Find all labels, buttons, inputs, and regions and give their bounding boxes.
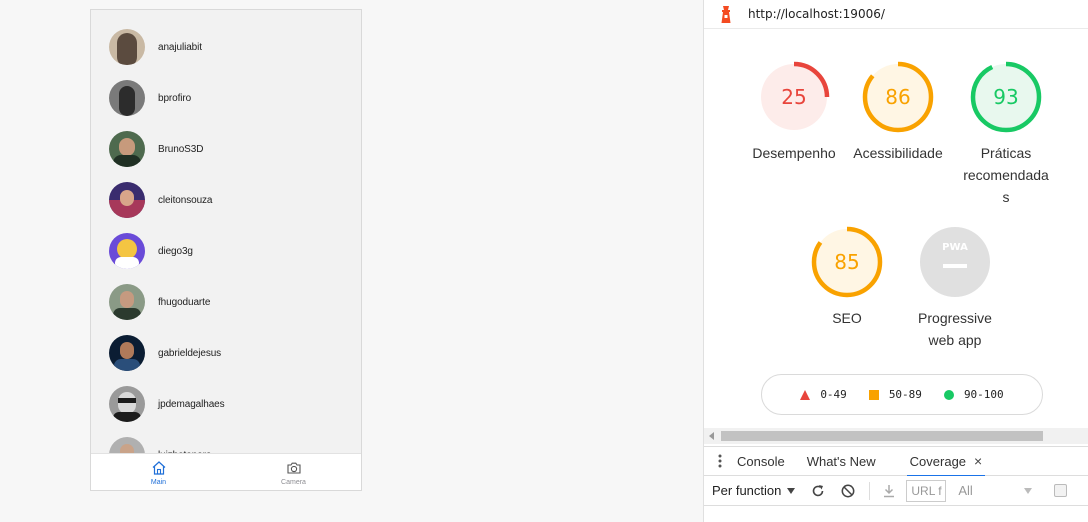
toolbar-divider [869, 481, 871, 500]
tab-coverage[interactable]: Coverage × [899, 446, 994, 477]
username: jpdemagalhaes [158, 398, 225, 410]
user-row[interactable]: jpdemagalhaes [109, 384, 225, 424]
user-row[interactable]: diego3g [109, 231, 193, 271]
download-icon [884, 484, 895, 497]
tab-label: Main [150, 479, 167, 486]
gauge-accessibility[interactable]: 86 Acessibilidade [851, 60, 945, 164]
camera-icon [286, 462, 301, 474]
report-url-bar: http://localhost:19006/ [704, 0, 1088, 29]
tab-console[interactable]: Console [726, 446, 796, 476]
username: fhugoduarte [158, 296, 211, 308]
bottom-tab-bar: Main Camera [91, 453, 361, 490]
avatar [109, 386, 145, 422]
avatar [109, 131, 145, 167]
close-icon[interactable]: × [974, 453, 982, 469]
drawer-tab-bar: Console What's New Coverage × [704, 446, 1088, 477]
url-filter-placeholder: URL f [911, 483, 942, 498]
username: cleitonsouza [158, 194, 213, 206]
score-ring: 86 [862, 61, 934, 133]
triangle-icon [800, 389, 811, 400]
score-value: 93 [993, 85, 1018, 109]
gauge-label: Acessibilidade [853, 145, 943, 161]
devtools-panel: http://localhost:19006/ 25 Desempenho 86… [703, 0, 1088, 522]
chevron-down-icon [1024, 488, 1033, 494]
legend-average: 50-89 [868, 388, 922, 401]
gauge-performance[interactable]: 25 Desempenho [744, 60, 844, 164]
reload-icon [813, 484, 824, 496]
lighthouse-icon [721, 6, 731, 23]
tab-whats-new[interactable]: What's New [796, 446, 887, 476]
url-filter-input[interactable]: URL f [906, 479, 947, 502]
content-type-filter[interactable]: All [958, 483, 1033, 498]
scrollbar-thumb[interactable] [721, 431, 1043, 441]
avatar [109, 233, 145, 269]
pwa-badge-text: PWA [942, 242, 968, 253]
avatar [109, 335, 145, 371]
coverage-toolbar: Per function URL f All [704, 476, 1088, 506]
tab-coverage-label: Coverage [909, 453, 967, 469]
coverage-type-select[interactable]: Per function [712, 483, 796, 498]
username: bprofiro [158, 92, 192, 104]
gauge-pwa[interactable]: PWA Progressive web app [905, 225, 1005, 351]
username: gabrieldejesus [158, 347, 222, 359]
legend-pass: 90-100 [943, 388, 1004, 401]
score-legend: 0-49 50-89 90-100 [761, 374, 1043, 415]
export-button[interactable] [878, 480, 900, 502]
gauge-label: SEO [832, 310, 862, 326]
chevron-down-icon [787, 487, 796, 494]
gauge-label: Desempenho [752, 145, 836, 161]
username: anajuliabit [158, 41, 202, 53]
report-url: http://localhost:19006/ [748, 7, 885, 21]
score-value: 86 [885, 85, 910, 109]
clear-button[interactable] [837, 480, 859, 502]
tab-main[interactable]: Main [91, 454, 226, 490]
user-row[interactable]: anajuliabit [109, 27, 202, 67]
user-row[interactable]: luizbatanero [109, 435, 211, 454]
avatar [109, 182, 145, 218]
gauge-label: Práticas recomendadas [963, 145, 1049, 205]
score-ring: 93 [970, 61, 1042, 133]
user-row[interactable]: fhugoduarte [109, 282, 210, 322]
score-value: 25 [781, 85, 806, 109]
user-list[interactable]: anajuliabit bprofiro BrunoS3D cleitonsou… [91, 10, 361, 454]
user-row[interactable]: cleitonsouza [109, 180, 213, 220]
legend-fail: 0-49 [800, 388, 847, 401]
gauge-label: Progressive web app [918, 310, 992, 348]
circle-icon [943, 389, 954, 400]
square-icon [868, 389, 879, 400]
avatar [109, 284, 145, 320]
horizontal-scrollbar[interactable] [704, 428, 1088, 444]
home-icon [152, 461, 165, 475]
user-row[interactable]: gabrieldejesus [109, 333, 221, 373]
score-value: 85 [834, 250, 859, 274]
avatar [109, 437, 145, 454]
gauge-best-practices[interactable]: 93 Práticas recomendadas [960, 60, 1052, 208]
legend-range: 50-89 [888, 388, 922, 401]
legend-range: 0-49 [820, 388, 847, 401]
filter-value: All [958, 483, 973, 498]
tab-camera[interactable]: Camera [226, 454, 361, 490]
score-ring: 85 [811, 226, 883, 298]
gauge-seo[interactable]: 85 SEO [797, 225, 897, 329]
select-value: Per function [712, 483, 782, 498]
reload-button[interactable] [807, 480, 829, 502]
avatar [109, 80, 145, 116]
more-vertical-icon[interactable] [718, 454, 722, 468]
username: diego3g [158, 245, 193, 257]
avatar [109, 29, 145, 65]
checkbox[interactable] [1054, 484, 1068, 497]
user-row[interactable]: bprofiro [109, 78, 191, 118]
score-ring: 25 [758, 61, 830, 133]
username: BrunoS3D [158, 143, 204, 155]
user-row[interactable]: BrunoS3D [109, 129, 203, 169]
block-icon [841, 484, 855, 497]
scroll-left-icon[interactable] [709, 432, 715, 440]
legend-range: 90-100 [963, 388, 1004, 401]
tab-label: Camera [281, 479, 306, 486]
pwa-badge-icon: PWA [920, 227, 990, 297]
app-preview: anajuliabit bprofiro BrunoS3D cleitonsou… [90, 9, 362, 491]
